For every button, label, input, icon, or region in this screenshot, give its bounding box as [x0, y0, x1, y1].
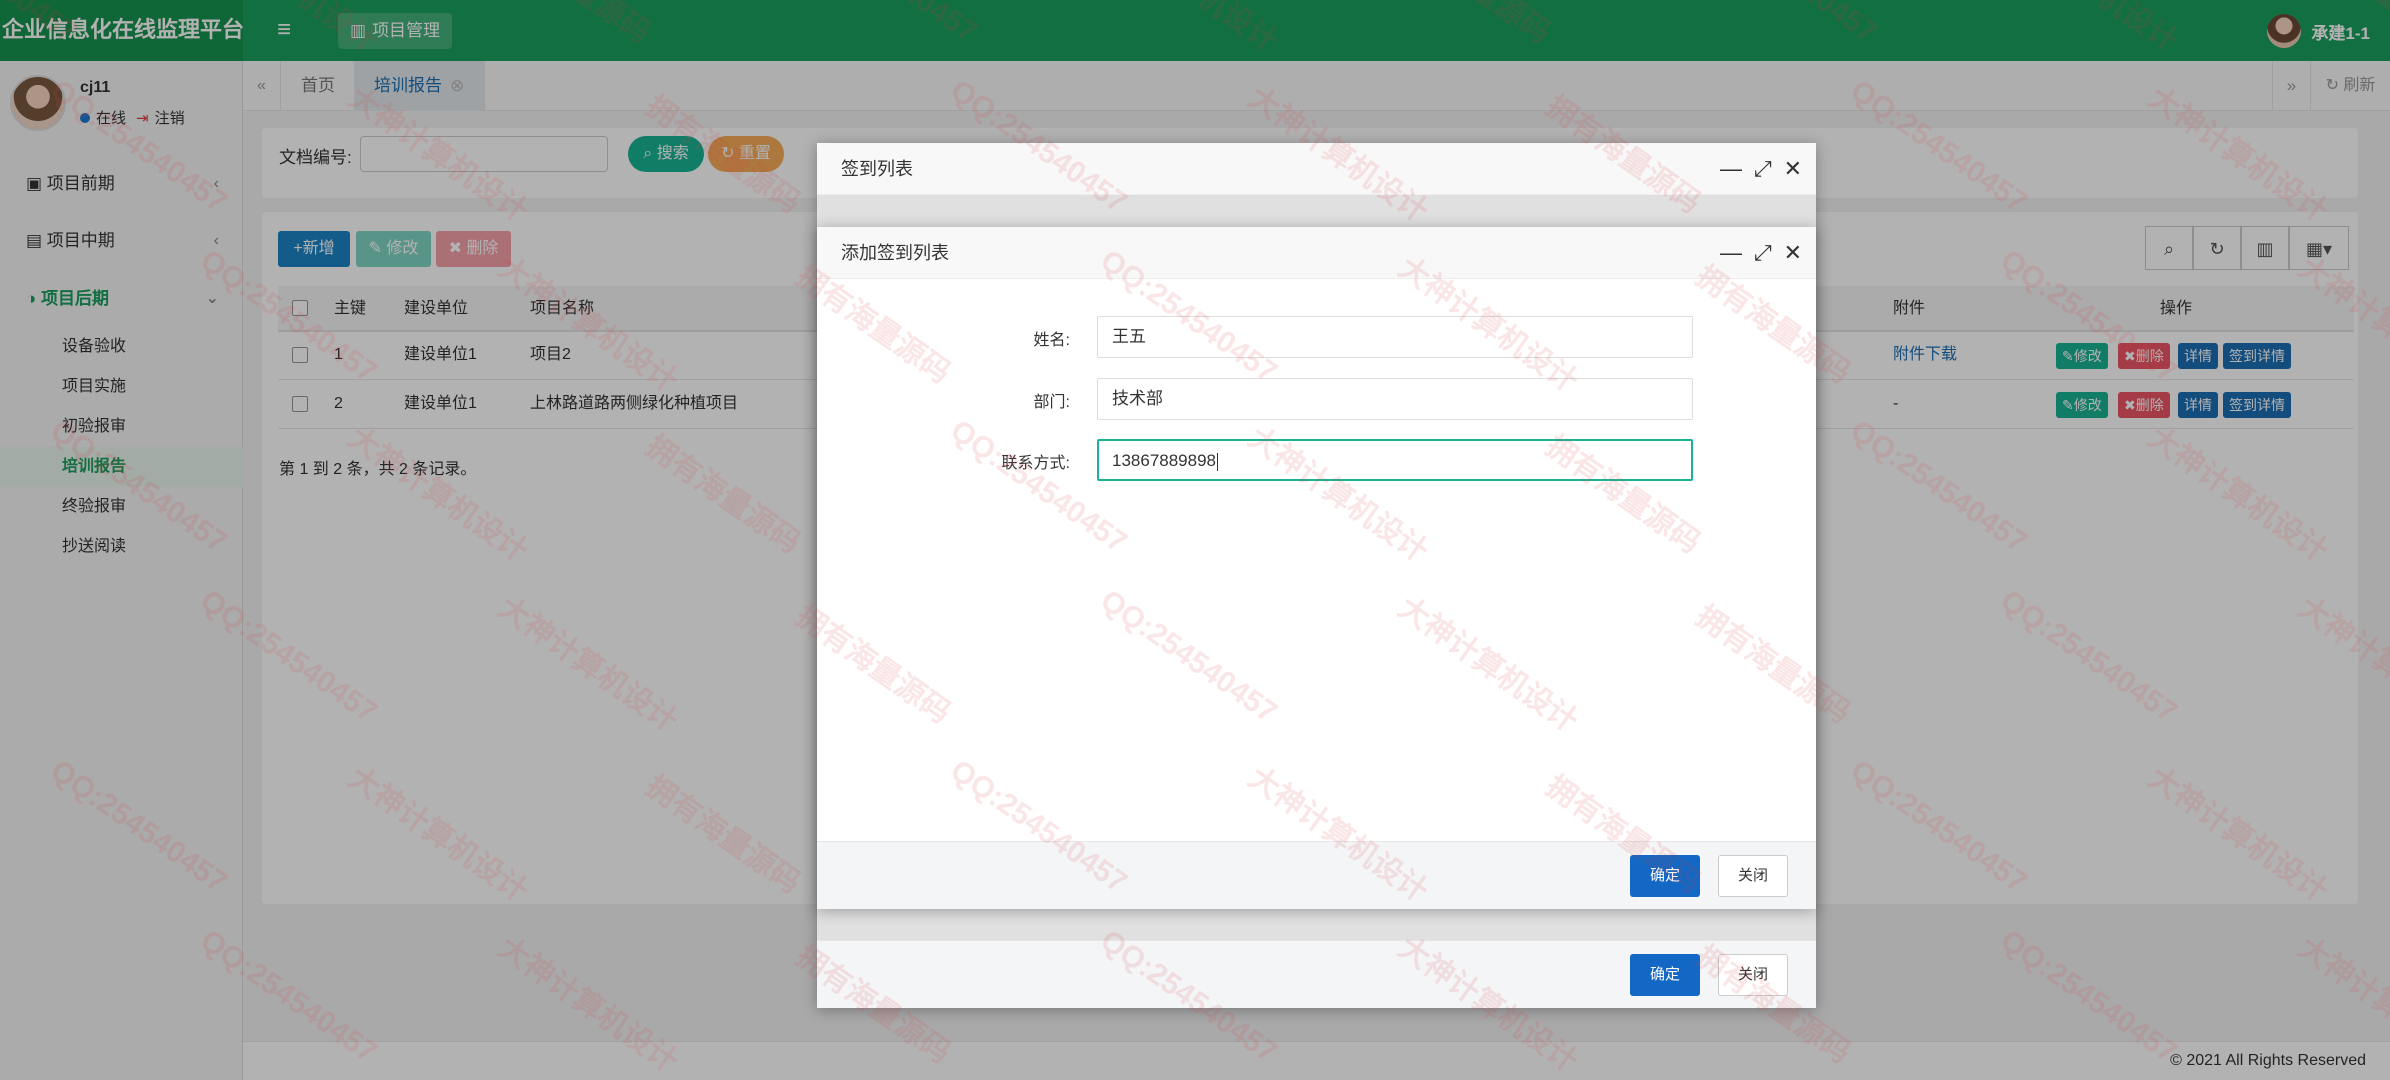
- name-label: 姓名:: [1033, 332, 1070, 349]
- dialog-title: 签到列表: [841, 159, 913, 179]
- dialog-header: 添加签到列表 — ⤢ ✕: [817, 227, 1816, 279]
- contact-label: 联系方式:: [1001, 455, 1070, 472]
- name-field[interactable]: 王五: [1097, 316, 1693, 358]
- confirm-button[interactable]: 确定: [1630, 855, 1700, 897]
- contact-value: 13867889898: [1112, 451, 1217, 470]
- close-button[interactable]: 关闭: [1718, 954, 1788, 996]
- text-cursor: [1217, 452, 1219, 471]
- dialog-header: 签到列表 — ⤢ ✕: [817, 143, 1816, 195]
- department-label: 部门:: [1033, 394, 1070, 411]
- dialog-footer: 确定 关闭: [817, 940, 1816, 1008]
- contact-field[interactable]: 13867889898: [1097, 439, 1693, 481]
- maximize-icon[interactable]: ⤢: [1754, 143, 1772, 195]
- close-icon[interactable]: ✕: [1784, 227, 1802, 279]
- department-field[interactable]: 技术部: [1097, 378, 1693, 420]
- dialog-footer: 确定 关闭: [817, 841, 1816, 909]
- close-button[interactable]: 关闭: [1718, 855, 1788, 897]
- add-signin-dialog: 添加签到列表 — ⤢ ✕ 姓名: 王五 部门: 技术部 联系方式: 138678…: [817, 227, 1816, 909]
- minimize-icon[interactable]: —: [1720, 143, 1742, 195]
- minimize-icon[interactable]: —: [1720, 227, 1742, 279]
- maximize-icon[interactable]: ⤢: [1754, 227, 1772, 279]
- confirm-button[interactable]: 确定: [1630, 954, 1700, 996]
- dialog-title: 添加签到列表: [841, 243, 949, 263]
- close-icon[interactable]: ✕: [1784, 143, 1802, 195]
